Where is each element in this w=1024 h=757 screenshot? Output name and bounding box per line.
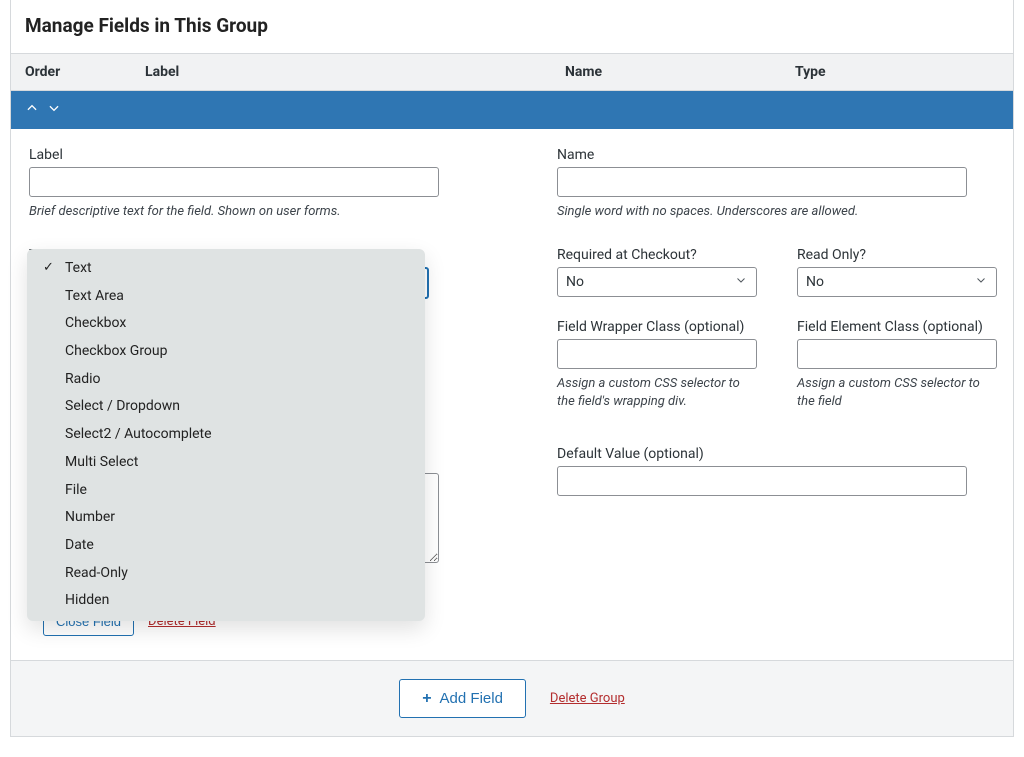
grid-col-order: Order (25, 64, 145, 80)
type-option[interactable]: Read-Only (27, 560, 425, 588)
type-option[interactable]: Text (27, 255, 425, 283)
delete-group-link[interactable]: Delete Group (550, 691, 625, 706)
element-class-input[interactable] (797, 339, 997, 369)
label-input[interactable] (29, 167, 439, 197)
add-field-button[interactable]: + Add Field (399, 679, 526, 718)
default-value-input[interactable] (557, 466, 967, 496)
field-row-header[interactable] (11, 91, 1013, 129)
required-select[interactable]: No (557, 267, 757, 297)
type-option[interactable]: Checkbox Group (27, 338, 425, 366)
element-class-hint: Assign a custom CSS selector to the fiel… (797, 375, 997, 411)
wrapper-class-input[interactable] (557, 339, 757, 369)
label-hint: Brief descriptive text for the field. Sh… (29, 203, 509, 221)
panel-title: Manage Fields in This Group (11, 0, 1013, 53)
required-label: Required at Checkout? (557, 247, 757, 263)
default-value-label: Default Value (optional) (557, 446, 997, 462)
wrapper-class-label: Field Wrapper Class (optional) (557, 319, 757, 335)
readonly-label: Read Only? (797, 247, 997, 263)
chevron-down-icon[interactable] (47, 101, 61, 119)
grid-header: Order Label Name Type (11, 53, 1013, 91)
label-field-label: Label (29, 147, 509, 163)
group-footer: + Add Field Delete Group (10, 661, 1014, 737)
wrapper-class-hint: Assign a custom CSS selector to the fiel… (557, 375, 757, 411)
type-dropdown[interactable]: TextText AreaCheckboxCheckbox GroupRadio… (27, 249, 425, 621)
type-option[interactable]: Select2 / Autocomplete (27, 421, 425, 449)
chevron-up-icon[interactable] (25, 101, 39, 119)
type-option[interactable]: Checkbox (27, 310, 425, 338)
grid-col-name: Name (565, 64, 795, 80)
readonly-select[interactable]: No (797, 267, 997, 297)
type-option[interactable]: File (27, 477, 425, 505)
type-option[interactable]: Multi Select (27, 449, 425, 477)
type-option[interactable]: Hidden (27, 587, 425, 615)
fields-panel: Manage Fields in This Group Order Label … (10, 0, 1014, 661)
grid-col-type: Type (795, 64, 999, 80)
type-option[interactable]: Select / Dropdown (27, 393, 425, 421)
type-option[interactable]: Number (27, 504, 425, 532)
type-option[interactable]: Radio (27, 366, 425, 394)
type-option[interactable]: Date (27, 532, 425, 560)
name-hint: Single word with no spaces. Underscores … (557, 203, 997, 221)
element-class-label: Field Element Class (optional) (797, 319, 997, 335)
name-field-label: Name (557, 147, 997, 163)
grid-col-label: Label (145, 64, 565, 80)
add-field-label: Add Field (440, 690, 503, 707)
name-input[interactable] (557, 167, 967, 197)
field-editor: Label Brief descriptive text for the fie… (11, 129, 1013, 660)
plus-icon: + (422, 691, 431, 707)
type-option[interactable]: Text Area (27, 283, 425, 311)
